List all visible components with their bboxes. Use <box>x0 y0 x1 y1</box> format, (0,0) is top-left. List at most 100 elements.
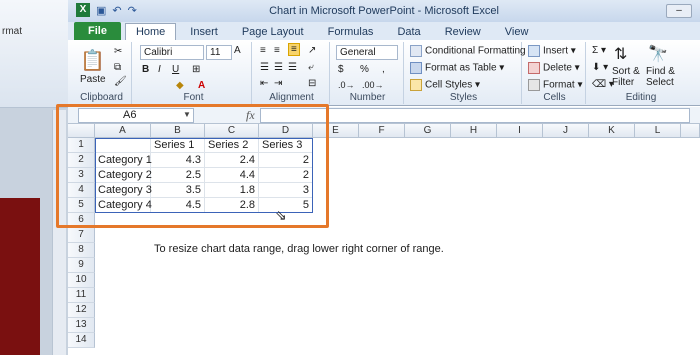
grow-font-icon[interactable]: A <box>234 45 241 56</box>
minimize-button[interactable]: – <box>666 4 692 18</box>
cell-c1[interactable]: Series 2 <box>205 138 259 153</box>
formula-input[interactable] <box>260 108 690 123</box>
cell-a3[interactable]: Category 2 <box>95 168 152 183</box>
cell-b4[interactable]: 3.5 <box>151 183 205 198</box>
cell-a1[interactable] <box>95 138 151 153</box>
underline-button[interactable]: U <box>172 64 179 75</box>
find-select-label2[interactable]: Select <box>646 77 674 88</box>
decrease-indent-icon[interactable]: ⇤ <box>260 78 268 89</box>
format-as-table-button[interactable]: Format as Table ▾ <box>410 62 504 74</box>
cell-b1[interactable]: Series 1 <box>151 138 205 153</box>
fill-icon[interactable]: ⬇ ▾ <box>592 62 608 73</box>
select-all-corner[interactable] <box>68 124 95 138</box>
borders-icon[interactable]: ⊞ <box>192 64 200 75</box>
row-header[interactable]: 1 <box>68 138 95 153</box>
cell-styles-button[interactable]: Cell Styles ▾ <box>410 79 480 91</box>
column-header-k[interactable]: K <box>589 124 635 138</box>
tab-formulas[interactable]: Formulas <box>318 24 384 40</box>
column-header-d[interactable]: D <box>259 124 313 138</box>
sort-filter-label2[interactable]: Filter <box>612 77 634 88</box>
conditional-formatting-button[interactable]: Conditional Formatting ▾ <box>410 45 533 57</box>
column-header-e[interactable]: E <box>313 124 359 138</box>
cell-d4[interactable]: 3 <box>259 183 313 198</box>
row-header[interactable]: 13 <box>68 318 95 333</box>
paste-icon[interactable]: 📋 <box>80 48 105 73</box>
find-select-button[interactable]: Find & <box>646 66 675 77</box>
fill-color-icon[interactable]: ◆ <box>176 80 184 91</box>
align-left-icon[interactable]: ☰ <box>260 62 269 73</box>
autosum-icon[interactable]: Σ ▾ <box>592 45 606 56</box>
increase-decimal-icon[interactable]: .0→ <box>338 80 355 90</box>
tab-review[interactable]: Review <box>435 24 491 40</box>
tab-home[interactable]: Home <box>124 23 177 40</box>
copy-icon[interactable]: ⧉ <box>114 62 121 73</box>
cell-c3[interactable]: 4.4 <box>205 168 259 183</box>
cell-c4[interactable]: 1.8 <box>205 183 259 198</box>
italic-button[interactable]: I <box>158 64 161 75</box>
cell-c5[interactable]: 2.8 <box>205 198 259 213</box>
sort-filter-button[interactable]: Sort & <box>612 66 640 77</box>
row-header[interactable]: 11 <box>68 288 95 303</box>
cell-c2[interactable]: 2.4 <box>205 153 259 168</box>
wrap-text-icon[interactable]: ⤶ <box>308 62 314 73</box>
powerpoint-slide-thumbnail[interactable] <box>0 198 40 355</box>
column-header-a[interactable]: A <box>95 124 151 138</box>
name-box[interactable]: A6 <box>78 108 194 123</box>
comma-icon[interactable]: , <box>382 64 385 75</box>
cell-a5[interactable]: Category 4 <box>95 198 152 213</box>
delete-cells-button[interactable]: Delete ▾ <box>528 62 580 74</box>
row-header[interactable]: 5 <box>68 198 95 213</box>
column-header-g[interactable]: G <box>405 124 451 138</box>
row-header[interactable]: 6 <box>68 213 95 228</box>
row-header[interactable]: 4 <box>68 183 95 198</box>
row-header[interactable]: 12 <box>68 303 95 318</box>
cell-d1[interactable]: Series 3 <box>259 138 313 153</box>
cell-d3[interactable]: 2 <box>259 168 313 183</box>
number-format-select[interactable]: General <box>336 45 398 60</box>
font-name-select[interactable]: Calibri <box>140 45 204 60</box>
column-header-h[interactable]: H <box>451 124 497 138</box>
align-center-icon[interactable]: ☰ <box>274 62 283 73</box>
tab-file[interactable]: File <box>74 22 121 40</box>
row-header[interactable]: 10 <box>68 273 95 288</box>
cell-d2[interactable]: 2 <box>259 153 313 168</box>
row-header[interactable]: 7 <box>68 228 95 243</box>
cell-b2[interactable]: 4.3 <box>151 153 205 168</box>
cell-b3[interactable]: 2.5 <box>151 168 205 183</box>
font-size-select[interactable]: 11 <box>206 45 232 60</box>
paste-button[interactable]: Paste <box>80 74 106 85</box>
row-header[interactable]: 2 <box>68 153 95 168</box>
name-box-dropdown-icon[interactable]: ▼ <box>183 110 191 119</box>
tab-view[interactable]: View <box>495 24 539 40</box>
font-color-icon[interactable]: A <box>198 80 205 91</box>
column-header-c[interactable]: C <box>205 124 259 138</box>
row-header[interactable]: 8 <box>68 243 95 258</box>
cell-a2[interactable]: Category 1 <box>95 153 152 168</box>
top-align-icon[interactable]: ≡ <box>260 45 266 56</box>
column-header-f[interactable]: F <box>359 124 405 138</box>
row-header[interactable]: 14 <box>68 333 95 348</box>
row-header[interactable]: 3 <box>68 168 95 183</box>
tab-page-layout[interactable]: Page Layout <box>232 24 314 40</box>
powerpoint-scrollbar[interactable] <box>52 110 66 355</box>
middle-align-icon[interactable]: ≡ <box>274 45 280 56</box>
format-painter-icon[interactable]: 🖌 <box>114 76 127 87</box>
find-select-icon[interactable]: 🔭 <box>648 44 668 64</box>
format-cells-button[interactable]: Format ▾ <box>528 79 582 91</box>
align-right-icon[interactable]: ☰ <box>288 62 297 73</box>
row-header[interactable]: 9 <box>68 258 95 273</box>
tab-insert[interactable]: Insert <box>180 24 228 40</box>
insert-function-icon[interactable]: fx <box>246 108 255 123</box>
currency-icon[interactable]: $ <box>338 64 344 75</box>
tab-data[interactable]: Data <box>387 24 430 40</box>
cell-b5[interactable]: 4.5 <box>151 198 205 213</box>
cell-a4[interactable]: Category 3 <box>95 183 152 198</box>
bottom-align-icon[interactable]: ≡ <box>288 43 300 56</box>
percent-icon[interactable]: % <box>360 64 369 75</box>
decrease-decimal-icon[interactable]: .00→ <box>362 80 384 90</box>
column-header-l[interactable]: L <box>635 124 681 138</box>
increase-indent-icon[interactable]: ⇥ <box>274 78 282 89</box>
clear-icon[interactable]: ⌫ ▾ <box>592 79 614 90</box>
orientation-icon[interactable]: ↗ <box>308 45 316 56</box>
insert-cells-button[interactable]: Insert ▾ <box>528 45 576 57</box>
